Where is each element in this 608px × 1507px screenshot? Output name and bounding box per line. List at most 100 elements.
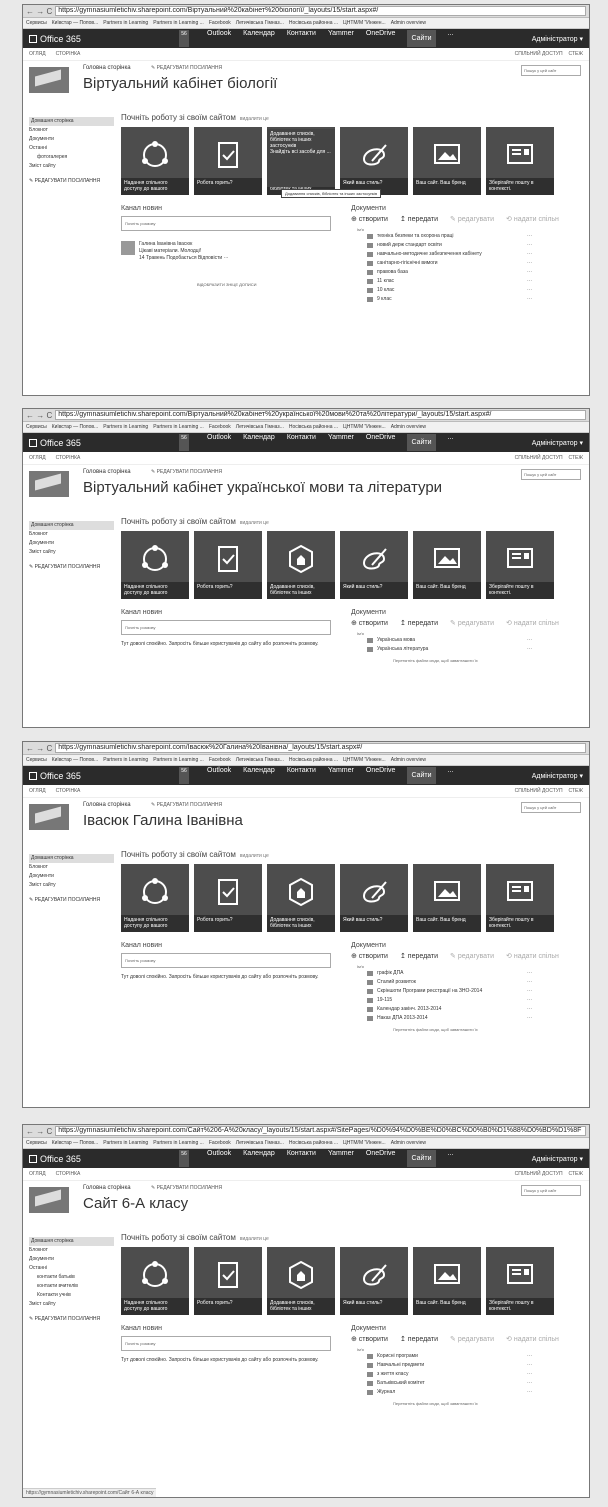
bookmark-item[interactable]: Partners in Learning — [103, 757, 148, 763]
more-options-icon[interactable]: ··· — [527, 969, 532, 978]
bookmark-item[interactable]: Partners in Learning — [103, 424, 148, 430]
promo-tile[interactable]: Робота горить? — [194, 127, 262, 195]
nav-item[interactable]: контакти вчителів — [29, 1282, 114, 1291]
suite-app-link[interactable]: Календар — [243, 1150, 275, 1167]
start-conversation-input[interactable]: Почніть розмову — [121, 620, 331, 635]
browser-nav-icons[interactable]: ← → C — [26, 411, 52, 420]
follow-button[interactable]: СТЕЖ — [569, 788, 583, 794]
nav-item[interactable]: Блокнот — [29, 1246, 114, 1255]
bookmark-item[interactable]: Partners in Learning ... — [153, 20, 204, 26]
bookmark-item[interactable]: Сервисы — [26, 20, 47, 26]
document-name[interactable]: Українська література — [377, 645, 527, 654]
document-row[interactable]: техніка безпеки та охорона праці ··· — [351, 232, 587, 241]
document-row[interactable]: навчально-методичне забезпечення кабінет… — [351, 250, 587, 259]
follow-button[interactable]: СТЕЖ — [569, 51, 583, 57]
edit-links-button[interactable]: ✎ РЕДАГУВАТИ ПОСИЛАННЯ — [151, 65, 222, 71]
document-row[interactable]: 11 клас ··· — [351, 277, 587, 286]
document-row[interactable]: Сталий розвиток ··· — [351, 978, 587, 987]
suite-app-link[interactable]: ... — [448, 1150, 454, 1167]
breadcrumb[interactable]: Головна сторінка — [83, 469, 131, 475]
more-options-icon[interactable]: ··· — [527, 987, 532, 996]
nav-item[interactable]: Домашня сторінка — [29, 117, 114, 126]
nav-item[interactable]: Блокнот — [29, 530, 114, 539]
more-options-icon[interactable]: ··· — [527, 1352, 532, 1361]
follow-button[interactable]: СТЕЖ — [569, 1171, 583, 1177]
suite-app-link[interactable]: Outlook — [207, 30, 231, 47]
document-name[interactable]: Скріншоти Програми реєстрації на ЗНО-201… — [377, 987, 527, 996]
notification-badge[interactable]: 56 — [179, 30, 189, 47]
share-button[interactable]: СПІЛЬНИЙ ДОСТУП — [515, 788, 563, 794]
notification-badge[interactable]: 56 — [179, 1150, 189, 1167]
document-name[interactable]: 19-115 — [377, 996, 527, 1005]
bookmark-item[interactable]: Admin overview — [391, 424, 426, 430]
bookmark-item[interactable]: Летичівська Гімназ... — [236, 20, 284, 26]
document-name[interactable]: з життя класу — [377, 1370, 527, 1379]
bookmark-item[interactable]: Київстар — Попов... — [52, 757, 98, 763]
nav-item[interactable]: Домашня сторінка — [29, 521, 114, 530]
site-logo[interactable] — [29, 1187, 69, 1213]
suite-app-link[interactable]: ... — [448, 30, 454, 47]
suite-app-link[interactable]: OneDrive — [366, 767, 396, 784]
admin-menu[interactable]: Адміністратор ▾ — [532, 772, 589, 780]
office365-logo[interactable]: Office 365 — [23, 771, 179, 781]
bookmark-item[interactable]: Partners in Learning — [103, 1140, 148, 1146]
post-author[interactable]: Галина Іванівна Івасюк — [139, 241, 229, 248]
document-name[interactable]: 10 клас — [377, 286, 527, 295]
document-name[interactable]: графік ДПА — [377, 969, 527, 978]
more-options-icon[interactable]: ··· — [527, 250, 532, 259]
suite-app-link[interactable]: Outlook — [207, 1150, 231, 1167]
nav-item[interactable]: фотогалерея — [29, 153, 114, 162]
promo-tile[interactable]: Зберігайте пошту в контексті. — [486, 864, 554, 932]
bookmark-item[interactable]: Partners in Learning ... — [153, 424, 204, 430]
promo-tile[interactable]: Зберігайте пошту в контексті. — [486, 127, 554, 195]
edit-button[interactable]: ✎ редагувати — [450, 1335, 494, 1343]
admin-menu[interactable]: Адміністратор ▾ — [532, 35, 589, 43]
tab-page[interactable]: СТОРІНКА — [56, 51, 81, 57]
bookmark-item[interactable]: ЦНТМ/М "Инжен... — [343, 424, 386, 430]
edit-nav-links[interactable]: ✎ РЕДАГУВАТИ ПОСИЛАННЯ — [29, 1315, 114, 1324]
bookmark-item[interactable]: Київстар — Попов... — [52, 20, 98, 26]
document-name[interactable]: 9 клас — [377, 295, 527, 304]
nav-item[interactable]: Зміст сайту — [29, 162, 114, 171]
share-button[interactable]: СПІЛЬНИЙ ДОСТУП — [515, 51, 563, 57]
site-search-input[interactable]: Пошук у цей сайт — [521, 1185, 581, 1196]
promo-tile[interactable]: Додавання списків, бібліотек та інших — [267, 864, 335, 932]
document-name[interactable]: Навчальні предмети — [377, 1361, 527, 1370]
new-document-button[interactable]: ⊕ створити — [351, 215, 388, 223]
avatar[interactable] — [121, 241, 135, 255]
document-name[interactable]: Українська мова — [377, 636, 527, 645]
nav-item[interactable]: Домашня сторінка — [29, 1237, 114, 1246]
nav-item[interactable]: Зміст сайту — [29, 1300, 114, 1309]
nav-item[interactable]: Домашня сторінка — [29, 854, 114, 863]
document-row[interactable]: Календар закінч. 2013-2014 ··· — [351, 1005, 587, 1014]
tab-page[interactable]: СТОРІНКА — [56, 1171, 81, 1177]
office365-logo[interactable]: Office 365 — [23, 438, 179, 448]
suite-app-link[interactable]: OneDrive — [366, 434, 396, 451]
bookmark-item[interactable]: Facebook — [209, 20, 231, 26]
edit-nav-links[interactable]: ✎ РЕДАГУВАТИ ПОСИЛАННЯ — [29, 896, 114, 905]
suite-app-link[interactable]: OneDrive — [366, 1150, 396, 1167]
suite-app-link[interactable]: Сайти — [407, 1150, 436, 1167]
remove-link[interactable]: видалити це — [240, 1236, 269, 1242]
edit-nav-links[interactable]: ✎ РЕДАГУВАТИ ПОСИЛАННЯ — [29, 177, 114, 186]
suite-app-link[interactable]: Yammer — [328, 1150, 354, 1167]
remove-link[interactable]: видалити це — [240, 520, 269, 526]
promo-tile[interactable]: Надання спільного доступу до вашого — [121, 1247, 189, 1315]
promo-tile[interactable]: Ваш сайт. Ваш бренд — [413, 531, 481, 599]
notification-badge[interactable]: 56 — [179, 767, 189, 784]
show-older-posts[interactable]: ВІДОБРАЗИТИ ЗНІЦЕ ДОПИСИ — [197, 282, 331, 287]
upload-button[interactable]: ↥ передати — [400, 952, 438, 960]
more-options-icon[interactable]: ··· — [527, 1014, 532, 1023]
suite-app-link[interactable]: Календар — [243, 434, 275, 451]
bookmark-item[interactable]: Partners in Learning ... — [153, 1140, 204, 1146]
documents-title[interactable]: Документи — [351, 609, 587, 616]
office365-logo[interactable]: Office 365 — [23, 34, 179, 44]
document-row[interactable]: з життя класу ··· — [351, 1370, 587, 1379]
promo-tile[interactable]: Який ваш стиль? — [340, 127, 408, 195]
post-meta[interactable]: 14 Травень Подобається Відповісти ··· — [139, 255, 229, 262]
suite-app-link[interactable]: Календар — [243, 767, 275, 784]
document-name[interactable]: правова база — [377, 268, 527, 277]
document-name[interactable]: новий держ стандарт освіти — [377, 241, 527, 250]
document-row[interactable]: Українська мова ··· — [351, 636, 587, 645]
document-row[interactable]: Наказ ДПА 2013-2014 ··· — [351, 1014, 587, 1023]
